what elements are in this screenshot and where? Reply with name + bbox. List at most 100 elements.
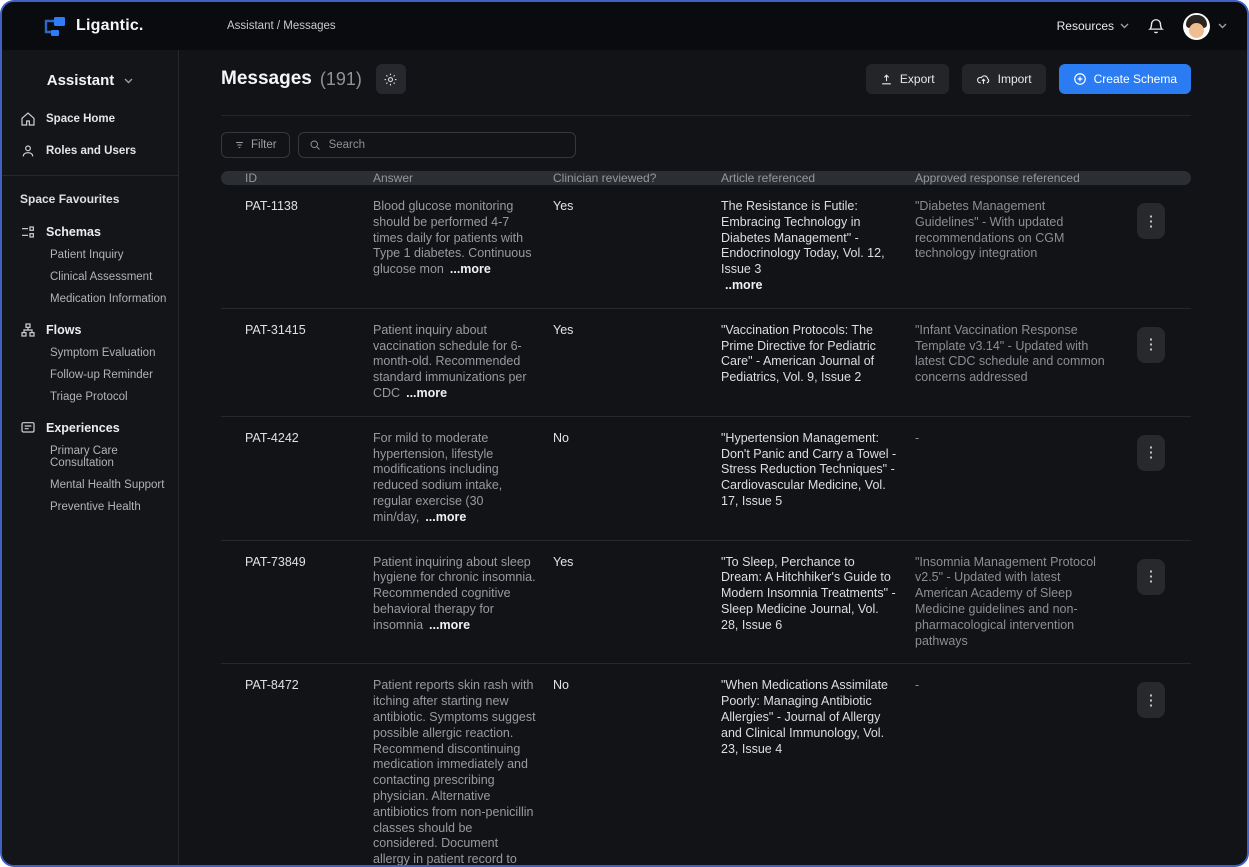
- settings-button[interactable]: [376, 64, 406, 94]
- more-link[interactable]: ...more: [406, 386, 447, 400]
- row-reviewed: Yes: [553, 199, 721, 294]
- row-approved: "Infant Vaccination Response Template v3…: [915, 323, 1127, 402]
- main-content: Messages (191): [179, 50, 1247, 867]
- row-actions-button[interactable]: ⋮: [1137, 435, 1165, 471]
- gear-icon: [383, 72, 398, 87]
- plus-circle-icon: [1073, 72, 1087, 86]
- table-row: PAT-73849 Patient inquiring about sleep …: [221, 541, 1191, 665]
- sidebar-item-mental-health-support[interactable]: Mental Health Support: [2, 474, 178, 496]
- row-id: PAT-1138: [245, 199, 373, 294]
- more-link[interactable]: ...more: [429, 618, 470, 632]
- sidebar-item-triage-protocol[interactable]: Triage Protocol: [2, 386, 178, 408]
- chevron-down-icon: [124, 78, 133, 84]
- row-reviewed: No: [553, 678, 721, 867]
- search-input[interactable]: [329, 139, 565, 151]
- logo-icon: [42, 13, 68, 39]
- section-label: Flows: [46, 323, 81, 337]
- row-actions-button[interactable]: ⋮: [1137, 682, 1165, 718]
- sidebar: Assistant Space Home: [2, 50, 179, 867]
- row-actions-button[interactable]: ⋮: [1137, 327, 1165, 363]
- table-row: PAT-31415 Patient inquiry about vaccinat…: [221, 309, 1191, 417]
- row-id: PAT-4242: [245, 431, 373, 526]
- notifications-bell-icon[interactable]: [1147, 17, 1165, 36]
- row-article: "Hypertension Management: Don't Panic an…: [721, 431, 915, 526]
- import-label: Import: [998, 72, 1032, 86]
- more-link[interactable]: ..more: [721, 278, 899, 294]
- ellipsis-vertical-icon: ⋮: [1144, 336, 1159, 353]
- space-switcher[interactable]: Assistant: [2, 64, 178, 103]
- row-id: PAT-31415: [245, 323, 373, 402]
- sidebar-item-label: Roles and Users: [46, 145, 136, 157]
- sidebar-item-medication-information[interactable]: Medication Information: [2, 288, 178, 310]
- sidebar-item-preventive-health[interactable]: Preventive Health: [2, 496, 178, 518]
- column-header-reviewed: Clinician reviewed?: [553, 171, 721, 185]
- row-article: "To Sleep, Perchance to Dream: A Hitchhi…: [721, 555, 915, 650]
- sidebar-item-follow-up-reminder[interactable]: Follow-up Reminder: [2, 364, 178, 386]
- sidebar-item-symptom-evaluation[interactable]: Symptom Evaluation: [2, 342, 178, 364]
- table-toolbar: Filter: [221, 132, 1191, 158]
- row-answer: Patient reports skin rash with itching a…: [373, 678, 553, 867]
- column-header-article: Article referenced: [721, 171, 915, 185]
- row-actions-button[interactable]: ⋮: [1137, 203, 1165, 239]
- chevron-down-icon: [1218, 23, 1227, 29]
- table-row: PAT-8472 Patient reports skin rash with …: [221, 664, 1191, 867]
- section-label: Experiences: [46, 421, 120, 435]
- sidebar-item-primary-care-consultation[interactable]: Primary Care Consultation: [2, 440, 178, 474]
- favourites-heading: Space Favourites: [2, 176, 178, 212]
- row-answer: Patient inquiring about sleep hygiene fo…: [373, 555, 553, 650]
- filter-icon: [234, 140, 245, 150]
- sidebar-section-schemas[interactable]: Schemas: [2, 212, 178, 244]
- row-reviewed: Yes: [553, 323, 721, 402]
- flows-icon: [20, 322, 36, 338]
- sidebar-item-roles-users[interactable]: Roles and Users: [2, 135, 178, 167]
- more-link[interactable]: ...more: [425, 510, 466, 524]
- topbar-actions: Resources: [1057, 13, 1227, 40]
- user-menu[interactable]: [1183, 13, 1227, 40]
- column-header-approved: Approved response referenced: [915, 171, 1127, 185]
- import-cloud-icon: [976, 73, 991, 86]
- table-row: PAT-4242 For mild to moderate hypertensi…: [221, 417, 1191, 541]
- more-link[interactable]: ...more: [450, 262, 491, 276]
- sidebar-section-flows[interactable]: Flows: [2, 310, 178, 342]
- sidebar-item-patient-inquiry[interactable]: Patient Inquiry: [2, 244, 178, 266]
- schemas-icon: [20, 224, 36, 240]
- sidebar-item-space-home[interactable]: Space Home: [2, 103, 178, 135]
- row-answer: Patient inquiry about vaccination schedu…: [373, 323, 553, 402]
- table-row: PAT-1138 Blood glucose monitoring should…: [221, 185, 1191, 309]
- row-id: PAT-8472: [245, 678, 373, 867]
- logo-text: Ligantic.: [76, 17, 144, 35]
- row-approved: -: [915, 678, 1127, 867]
- row-article: "Vaccination Protocols: The Prime Direct…: [721, 323, 915, 402]
- page-header: Messages (191): [221, 50, 1191, 94]
- column-header-answer: Answer: [373, 171, 553, 185]
- sidebar-section-experiences[interactable]: Experiences: [2, 408, 178, 440]
- create-schema-button[interactable]: Create Schema: [1059, 64, 1191, 94]
- message-count: (191): [320, 69, 362, 90]
- resources-menu[interactable]: Resources: [1057, 19, 1129, 33]
- filter-button[interactable]: Filter: [221, 132, 290, 158]
- avatar[interactable]: [1183, 13, 1210, 40]
- export-button[interactable]: Export: [866, 64, 949, 94]
- row-approved: "Diabetes Management Guidelines" - With …: [915, 199, 1127, 294]
- section-label: Schemas: [46, 225, 101, 239]
- column-header-id: ID: [245, 171, 373, 185]
- top-bar: Ligantic. Assistant / Messages Resources: [2, 2, 1247, 50]
- page-title: Messages: [221, 68, 312, 90]
- filter-label: Filter: [251, 139, 277, 151]
- row-actions-button[interactable]: ⋮: [1137, 559, 1165, 595]
- row-article: "When Medications Assimilate Poorly: Man…: [721, 678, 915, 867]
- search-box[interactable]: [298, 132, 576, 158]
- ellipsis-vertical-icon: ⋮: [1144, 692, 1159, 709]
- table-header: ID Answer Clinician reviewed? Article re…: [221, 171, 1191, 185]
- import-button[interactable]: Import: [962, 64, 1046, 94]
- row-answer: For mild to moderate hypertension, lifes…: [373, 431, 553, 526]
- ellipsis-vertical-icon: ⋮: [1144, 444, 1159, 461]
- row-id: PAT-73849: [245, 555, 373, 650]
- sidebar-item-clinical-assessment[interactable]: Clinical Assessment: [2, 266, 178, 288]
- ellipsis-vertical-icon: ⋮: [1144, 213, 1159, 230]
- search-icon: [309, 139, 321, 151]
- logo[interactable]: Ligantic.: [42, 13, 144, 39]
- breadcrumb[interactable]: Assistant / Messages: [227, 20, 336, 32]
- row-reviewed: Yes: [553, 555, 721, 650]
- experiences-icon: [20, 420, 36, 436]
